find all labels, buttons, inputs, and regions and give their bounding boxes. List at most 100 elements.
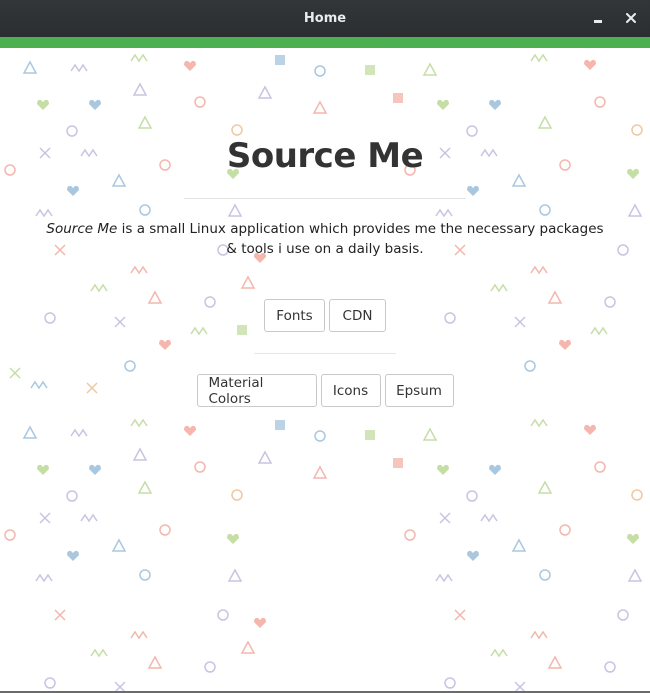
pattern-shape (365, 65, 375, 75)
material-colors-button[interactable]: Material Colors (196, 374, 317, 407)
pattern-shape (404, 529, 416, 541)
pattern-shape (435, 208, 453, 218)
pattern-shape (159, 524, 171, 536)
fonts-button[interactable]: Fonts (264, 299, 325, 332)
pattern-shape (80, 513, 98, 523)
pattern-shape (130, 418, 148, 428)
pattern-shape (365, 430, 375, 440)
pattern-shape (489, 99, 501, 110)
pattern-shape (70, 63, 88, 73)
pattern-shape (584, 59, 596, 70)
cdn-button[interactable]: CDN (329, 299, 386, 332)
pattern-shape (524, 360, 536, 372)
window-title: Home (303, 11, 347, 26)
button-row-primary: Fonts CDN (0, 299, 650, 332)
pattern-shape (511, 538, 527, 552)
pattern-shape (89, 464, 101, 475)
pattern-shape (617, 609, 629, 621)
pattern-shape (147, 655, 163, 669)
pattern-shape (39, 512, 51, 524)
pattern-shape (444, 677, 456, 689)
pattern-shape (90, 648, 108, 658)
pattern-shape (254, 617, 266, 628)
pattern-shape (437, 464, 449, 475)
pattern-shape (393, 458, 403, 468)
pattern-shape (184, 60, 196, 71)
pattern-shape (22, 60, 38, 74)
pattern-shape (584, 424, 596, 435)
pattern-shape (194, 96, 206, 108)
pattern-shape (393, 93, 403, 103)
pattern-shape (35, 208, 53, 218)
titlebar[interactable]: Home (0, 0, 650, 37)
pattern-shape (422, 427, 438, 441)
pattern-shape (217, 609, 229, 621)
icons-button[interactable]: Icons (320, 374, 381, 407)
pattern-shape (137, 480, 153, 494)
pattern-shape (631, 124, 643, 136)
description-app-name: Source Me (46, 221, 118, 237)
pattern-shape (422, 62, 438, 76)
epsum-button[interactable]: Epsum (384, 374, 454, 407)
pattern-shape (37, 464, 49, 475)
pattern-shape (511, 173, 527, 187)
pattern-shape (130, 265, 148, 275)
pattern-shape (240, 640, 256, 654)
pattern-shape (139, 569, 151, 581)
pattern-shape (70, 428, 88, 438)
pattern-shape (547, 655, 563, 669)
pattern-shape (44, 677, 56, 689)
content-area: Source Me Source Me is a small Linux app… (0, 48, 650, 693)
pattern-shape (467, 185, 479, 196)
pattern-shape (312, 100, 328, 114)
pattern-shape (627, 203, 643, 217)
pattern-shape (90, 283, 108, 293)
close-icon (626, 13, 636, 23)
pattern-shape (67, 550, 79, 561)
pattern-shape (489, 464, 501, 475)
pattern-shape (159, 339, 171, 350)
pattern-shape (132, 447, 148, 461)
pattern-shape (467, 550, 479, 561)
pattern-shape (111, 538, 127, 552)
pattern-shape (66, 490, 78, 502)
pattern-shape (530, 265, 548, 275)
pattern-shape (204, 661, 216, 673)
pattern-shape (466, 125, 478, 137)
pattern-shape (4, 529, 16, 541)
close-button[interactable] (620, 8, 642, 28)
minimize-icon (594, 20, 602, 23)
pattern-shape (604, 661, 616, 673)
pattern-shape (257, 450, 273, 464)
pattern-shape (231, 124, 243, 136)
title-divider (184, 198, 466, 199)
minimize-button[interactable] (587, 8, 609, 28)
pattern-shape (312, 465, 328, 479)
pattern-shape (111, 173, 127, 187)
pattern-shape (594, 461, 606, 473)
pattern-shape (617, 244, 629, 256)
pattern-shape (537, 480, 553, 494)
pattern-shape (537, 115, 553, 129)
pattern-shape (539, 569, 551, 581)
pattern-shape (124, 360, 136, 372)
pattern-shape (67, 185, 79, 196)
pattern-shape (530, 630, 548, 640)
pattern-shape (227, 203, 243, 217)
pattern-shape (437, 99, 449, 110)
button-divider (254, 353, 396, 354)
pattern-shape (439, 512, 451, 524)
pattern-shape (627, 568, 643, 582)
pattern-shape (466, 490, 478, 502)
pattern-shape (314, 65, 326, 77)
pattern-shape (132, 82, 148, 96)
pattern-shape (631, 489, 643, 501)
pattern-shape (22, 425, 38, 439)
page-title: Source Me (226, 136, 424, 176)
pattern-shape (227, 568, 243, 582)
pattern-shape (257, 85, 273, 99)
pattern-shape (54, 609, 66, 621)
pattern-shape (275, 420, 285, 430)
pattern-shape (240, 275, 256, 289)
pattern-shape (139, 204, 151, 216)
